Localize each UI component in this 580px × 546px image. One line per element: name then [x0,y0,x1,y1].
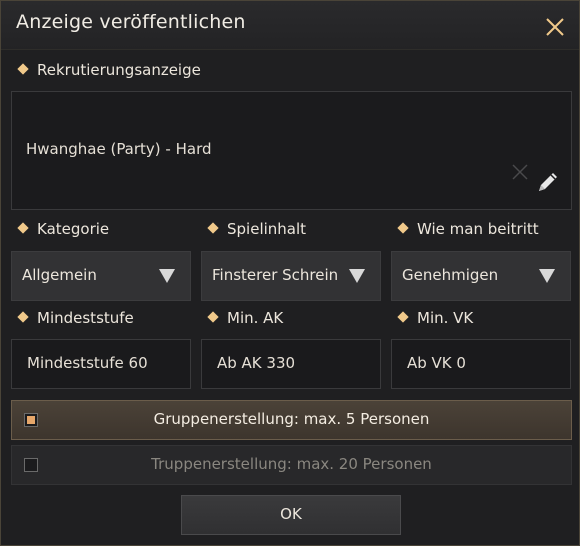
diamond-icon [397,222,409,234]
ok-button-label: OK [280,505,302,523]
troop-option-label: Truppenerstellung: max. 20 Personen [151,455,432,473]
category-label: Kategorie [37,220,110,238]
diamond-icon [17,222,29,234]
diamond-icon [17,63,29,75]
min-ap-value: Ab AK 330 [217,354,296,372]
triangle-down-icon [349,269,365,283]
content-label: Spielinhalt [227,220,307,238]
diamond-icon [397,311,409,323]
ad-label: Rekrutierungsanzeige [37,61,201,79]
ad-section-label: Rekrutierungsanzeige [16,61,201,79]
min-level-section-label: Mindeststufe [16,309,134,327]
close-icon [546,18,564,36]
min-level-field[interactable]: Mindeststufe 60 [11,339,191,389]
troop-option[interactable]: Truppenerstellung: max. 20 Personen [11,445,572,485]
title-bar: Anzeige veröffentlichen [1,1,579,50]
edit-button[interactable] [534,168,562,196]
join-section-label: Wie man beitritt [396,220,539,238]
min-dp-field[interactable]: Ab VK 0 [391,339,571,389]
category-section-label: Kategorie [16,220,109,238]
close-button[interactable] [539,11,571,43]
join-dropdown[interactable]: Genehmigen [391,251,571,301]
content-value: Finsterer Schrein [212,266,339,284]
ok-button[interactable]: OK [181,495,401,535]
min-ap-field[interactable]: Ab AK 330 [201,339,381,389]
triangle-down-icon [539,269,555,283]
group-option-label: Gruppenerstellung: max. 5 Personen [153,410,430,428]
ad-text: Hwanghae (Party) - Hard [26,140,212,158]
diamond-icon [17,311,29,323]
clear-icon[interactable] [510,162,530,182]
join-value: Genehmigen [402,266,499,284]
category-value: Allgemein [22,266,97,284]
join-label: Wie man beitritt [417,220,539,238]
min-level-label: Mindeststufe [37,309,134,327]
pencil-icon [539,173,557,191]
ad-text-box[interactable]: Hwanghae (Party) - Hard [11,91,572,210]
min-ap-label: Min. AK [227,309,284,327]
publish-ad-dialog: Anzeige veröffentlichen Rekrutierungsanz… [0,0,580,546]
triangle-down-icon [159,269,175,283]
content-section-label: Spielinhalt [206,220,306,238]
min-ap-section-label: Min. AK [206,309,283,327]
min-dp-label: Min. VK [417,309,474,327]
group-option[interactable]: Gruppenerstellung: max. 5 Personen [11,400,572,440]
min-dp-value: Ab VK 0 [407,354,466,372]
diamond-icon [207,311,219,323]
dialog-title: Anzeige veröffentlichen [16,11,246,33]
min-dp-section-label: Min. VK [396,309,473,327]
content-dropdown[interactable]: Finsterer Schrein [201,251,381,301]
diamond-icon [207,222,219,234]
min-level-value: Mindeststufe 60 [27,354,148,372]
category-dropdown[interactable]: Allgemein [11,251,191,301]
